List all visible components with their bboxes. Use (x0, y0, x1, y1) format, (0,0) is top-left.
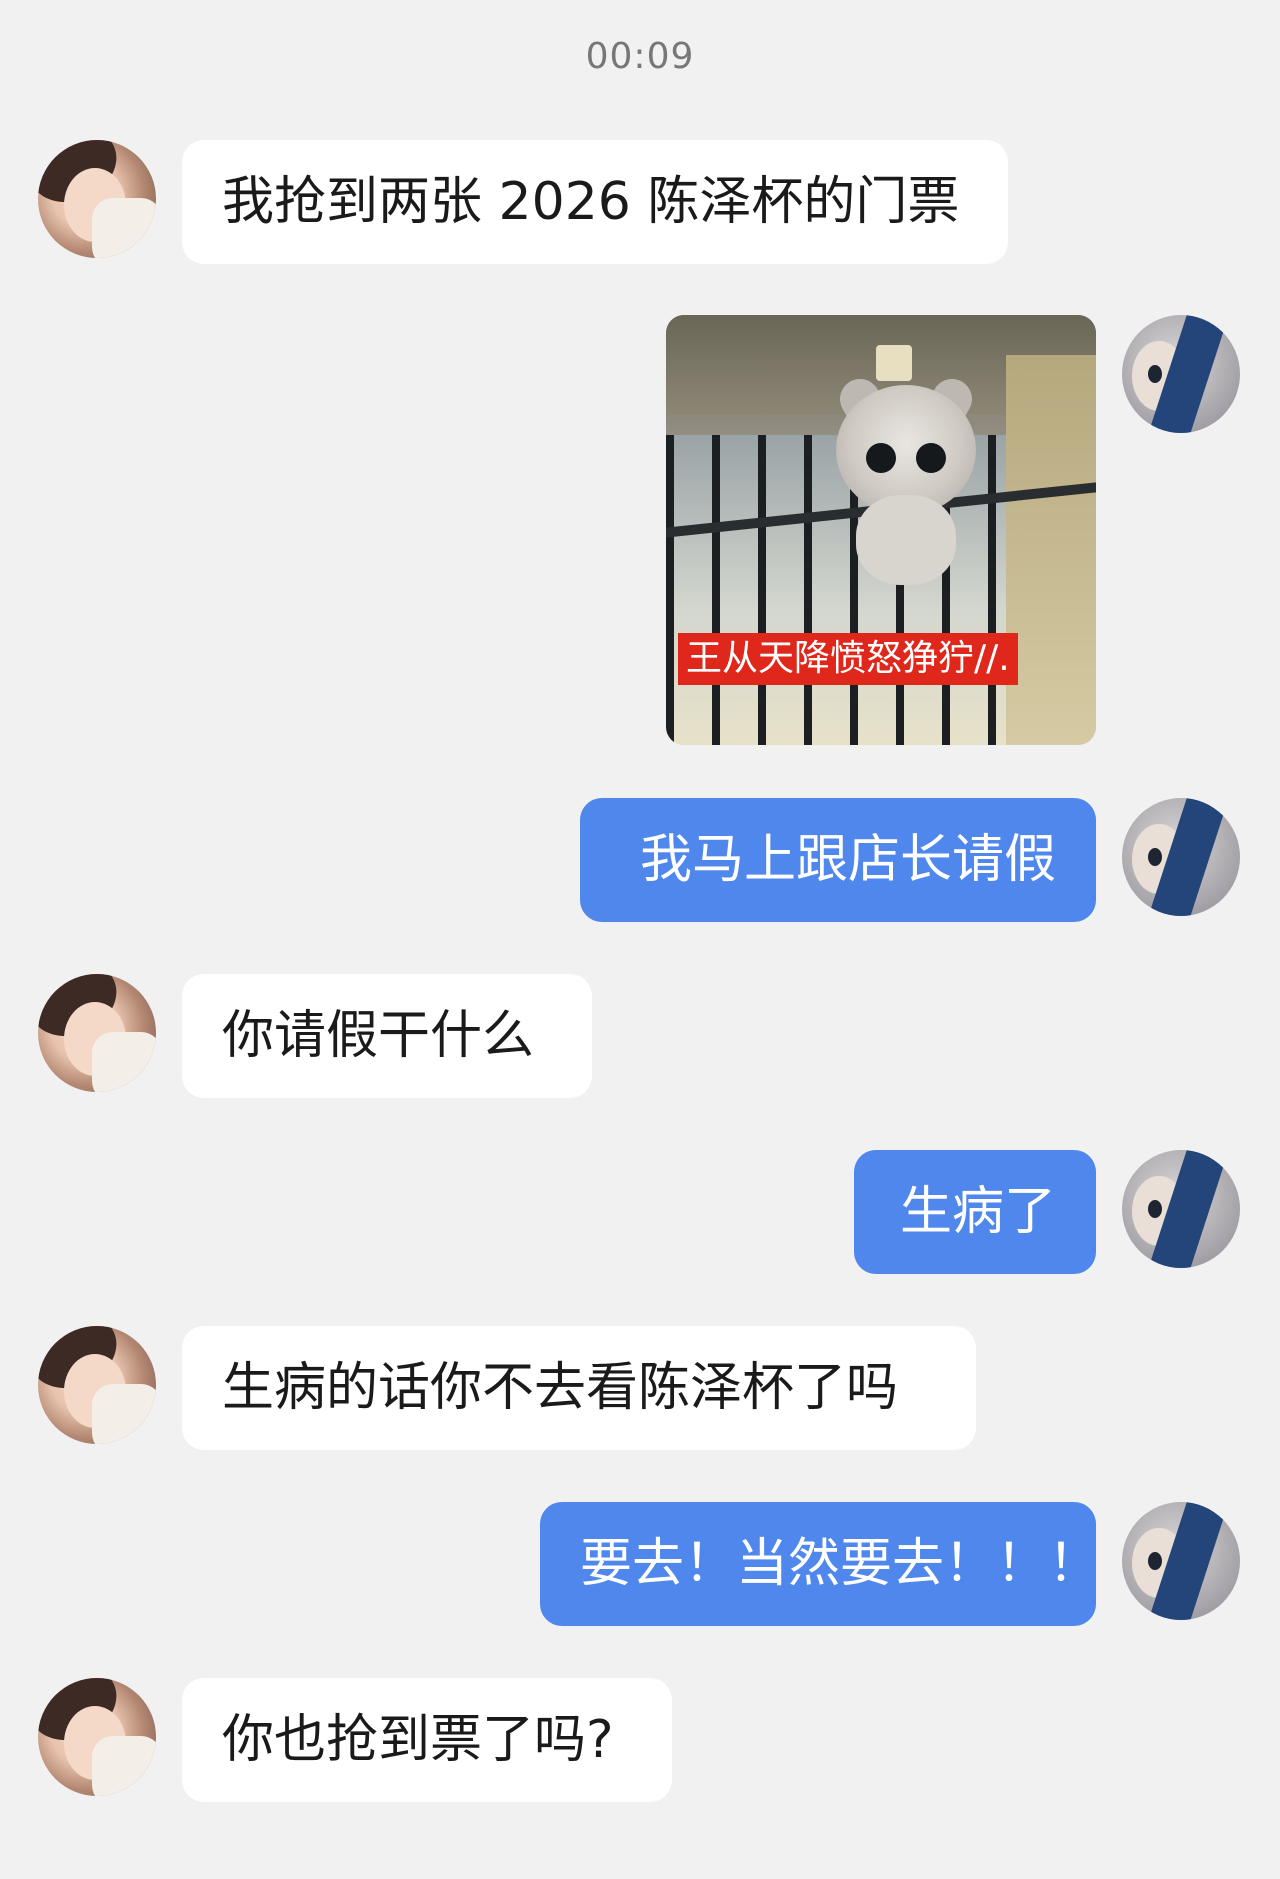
outgoing-message-bubble[interactable]: 生病了 (854, 1150, 1096, 1274)
contact-avatar[interactable] (38, 974, 156, 1092)
outgoing-message-bubble[interactable]: 要去！当然要去！！！ (540, 1502, 1096, 1626)
incoming-message-bubble[interactable]: 生病的话你不去看陈泽杯了吗 (182, 1326, 976, 1450)
image-caption: 王从天降愤怒狰狞//. (678, 633, 1018, 685)
self-avatar[interactable] (1122, 798, 1240, 916)
incoming-message-bubble[interactable]: 你也抢到票了吗? (182, 1678, 672, 1802)
image-message[interactable]: 王从天降愤怒狰狞//. (666, 315, 1096, 745)
self-avatar[interactable] (1122, 1502, 1240, 1620)
cat-photo (826, 371, 986, 585)
contact-avatar[interactable] (38, 1678, 156, 1796)
incoming-message-bubble[interactable]: 你请假干什么 (182, 974, 592, 1098)
message-timestamp: 00:09 (585, 36, 695, 77)
outgoing-message-bubble[interactable]: 我马上跟店长请假 (580, 798, 1096, 922)
incoming-message-bubble[interactable]: 我抢到两张 2026 陈泽杯的门票 (182, 140, 1008, 264)
contact-avatar[interactable] (38, 140, 156, 258)
self-avatar[interactable] (1122, 315, 1240, 433)
contact-avatar[interactable] (38, 1326, 156, 1444)
self-avatar[interactable] (1122, 1150, 1240, 1268)
